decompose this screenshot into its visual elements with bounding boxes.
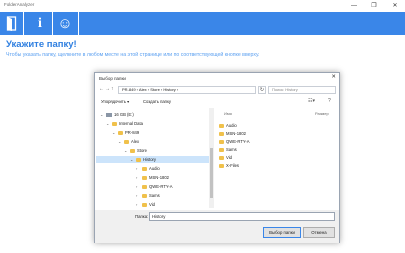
address-bar[interactable]: PR-849 › Alex › Store › History › [118, 86, 256, 94]
info-icon: i [38, 15, 42, 31]
address-row: ← → ↑ PR-849 › Alex › Store › History › … [95, 84, 339, 96]
page-heading: Укажите папку! [6, 39, 77, 50]
drive-icon [106, 112, 112, 117]
dialog-close-button[interactable]: ✕ [331, 74, 336, 80]
dialog-footer: Папка: History Выбор папки Отмена [95, 210, 339, 243]
command-bar: Упорядочить ▾ Создать папку ☷▾ ? [95, 97, 339, 107]
maximize-button[interactable]: ❐ [367, 0, 381, 12]
list-item[interactable]: Sams [219, 146, 237, 153]
door-exit-icon [6, 16, 16, 31]
forward-arrow-icon[interactable]: → [105, 86, 110, 92]
feedback-button[interactable]: ☺ [54, 12, 76, 35]
list-item[interactable]: Audio [219, 122, 237, 129]
list-item[interactable]: X-Files [219, 162, 239, 169]
toolbar-divider [78, 12, 79, 35]
navigation-pane: ⌄ 16 GB (E:) ⌄ Internal Data ⌄ PR-849 ⌄ Alex… [96, 108, 209, 208]
folder-icon [219, 147, 224, 152]
column-header-name[interactable]: Имя [224, 111, 232, 116]
cancel-button[interactable]: Отмена [303, 227, 335, 238]
main-toolbar: i ☺ [0, 12, 405, 35]
title-bar: FolderAnalyzer — ❐ ✕ [0, 0, 405, 12]
list-item[interactable]: Vid [219, 154, 232, 161]
file-list: Имя Размер Audio MSN-1802 QWE-RTY-A Sams… [216, 108, 339, 208]
view-options-icon[interactable]: ☷▾ [308, 98, 315, 104]
app-title: FolderAnalyzer [4, 2, 35, 7]
page-subtext[interactable]: Чтобы указать папку, щелкните в любом ме… [6, 52, 259, 58]
app-window: FolderAnalyzer — ❐ ✕ i ☺ Укажите папку! … [0, 0, 405, 253]
folder-icon [142, 193, 147, 198]
folder-icon [142, 184, 147, 189]
folder-icon [112, 121, 117, 126]
tree-item-folder[interactable]: › Vid [136, 201, 209, 208]
smiley-icon: ☺ [57, 15, 73, 32]
minimize-button[interactable]: — [347, 0, 361, 12]
organize-menu[interactable]: Упорядочить ▾ [101, 99, 129, 104]
folder-icon [219, 139, 224, 144]
tree-item-folder[interactable]: ⌄ Store [124, 147, 209, 154]
tree-item-selected[interactable]: ⌄ History [96, 156, 209, 163]
dialog-title: Выбор папки [99, 76, 126, 81]
search-input[interactable]: Поиск: History [268, 86, 336, 94]
toolbar-divider [23, 12, 24, 35]
folder-icon [118, 130, 123, 135]
folder-icon [124, 139, 129, 144]
folder-icon [219, 155, 224, 160]
column-header-size[interactable]: Размер [315, 111, 329, 116]
folder-picker-dialog: Выбор папки ✕ ← → ↑ PR-849 › Alex › Stor… [94, 72, 340, 243]
folder-name-input[interactable]: History [149, 212, 335, 221]
folder-icon [219, 123, 224, 128]
tree-item-folder[interactable]: ⌄ PR-849 [112, 129, 209, 136]
list-item[interactable]: QWE-RTY-A [219, 138, 250, 145]
select-folder-button[interactable]: Выбор папки [263, 227, 301, 238]
new-folder-button[interactable]: Создать папку [143, 99, 171, 104]
exit-button[interactable] [0, 12, 22, 35]
folder-icon [142, 202, 147, 207]
refresh-icon[interactable]: ↻ [258, 86, 266, 94]
folder-icon [136, 157, 141, 162]
scroll-thumb[interactable] [210, 148, 213, 198]
tree-item-folder[interactable]: › Sams [136, 192, 209, 199]
tree-scrollbar[interactable] [209, 108, 214, 208]
info-button[interactable]: i [29, 12, 51, 35]
tree-item-folder[interactable]: › MSN-1802 [136, 174, 209, 181]
tree-item-drive[interactable]: ⌄ 16 GB (E:) [100, 111, 209, 118]
folder-icon [130, 148, 135, 153]
folder-icon [219, 131, 224, 136]
tree-item-folder[interactable]: ⌄ Alex [118, 138, 209, 145]
tree-item-folder[interactable]: ⌄ Internal Data [106, 120, 209, 127]
folder-field-label: Папка: [135, 214, 149, 219]
folder-icon [142, 166, 147, 171]
toolbar-divider [52, 12, 53, 35]
up-arrow-icon[interactable]: ↑ [111, 86, 114, 92]
tree-item-folder[interactable]: › QWE-RTY-A [136, 183, 209, 190]
folder-icon [142, 175, 147, 180]
help-icon[interactable]: ? [328, 98, 331, 104]
tree-item-folder[interactable]: › Audio [136, 165, 209, 172]
back-arrow-icon[interactable]: ← [99, 86, 104, 92]
list-item[interactable]: MSN-1802 [219, 130, 246, 137]
folder-icon [219, 163, 224, 168]
close-button[interactable]: ✕ [388, 0, 402, 12]
